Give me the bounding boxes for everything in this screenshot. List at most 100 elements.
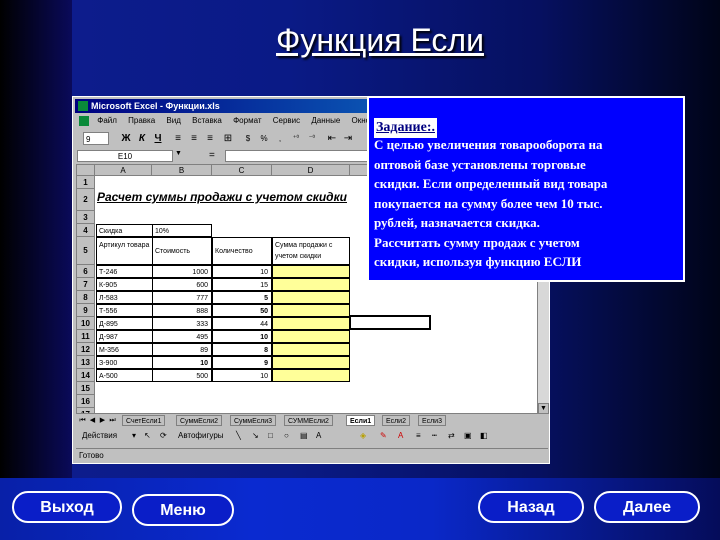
qty-cell[interactable]: 50 — [212, 304, 272, 317]
article-cell[interactable]: М-356 — [96, 343, 153, 356]
next-sheet-icon[interactable]: ▶ — [98, 416, 107, 426]
row-header[interactable]: 1 — [77, 176, 95, 189]
font-color-icon[interactable]: A — [398, 428, 403, 443]
bold-button[interactable]: Ж — [119, 132, 133, 146]
price-cell[interactable]: 333 — [152, 317, 212, 330]
qty-cell[interactable]: 10 — [212, 265, 272, 278]
row-header[interactable]: 9 — [77, 304, 95, 317]
total-cell[interactable] — [272, 265, 350, 278]
row-header[interactable]: 12 — [77, 343, 95, 356]
price-cell[interactable]: 1000 — [152, 265, 212, 278]
dash-style-icon[interactable]: ┅ — [432, 428, 437, 443]
sheet-tab[interactable]: СуммЕсли3 — [230, 415, 277, 426]
selected-cell-e10[interactable] — [349, 315, 431, 330]
currency-icon[interactable]: $ — [241, 132, 255, 146]
last-sheet-icon[interactable]: ⏭ — [108, 416, 117, 426]
price-cell[interactable]: 500 — [152, 369, 212, 382]
autoshapes-menu[interactable]: Автофигуры — [178, 428, 224, 443]
total-cell[interactable] — [272, 278, 350, 291]
article-cell[interactable]: З-900 — [96, 356, 153, 369]
header-price-cell[interactable]: Стоимость — [152, 237, 212, 265]
article-cell[interactable]: Д-895 — [96, 317, 153, 330]
line-icon[interactable]: ╲ — [236, 428, 241, 443]
sheet-tab[interactable]: СуммЕсли2 — [176, 415, 223, 426]
article-cell[interactable]: Л-583 — [96, 291, 153, 304]
total-cell[interactable] — [272, 291, 350, 304]
menu-file[interactable]: Файл — [97, 116, 117, 125]
decrease-indent-icon[interactable]: ⇤ — [325, 132, 339, 146]
total-cell[interactable] — [272, 330, 350, 343]
row-header[interactable]: 11 — [77, 330, 95, 343]
decrease-decimal-icon[interactable]: ⁻⁰ — [305, 132, 319, 146]
back-button[interactable]: Назад — [478, 491, 584, 523]
price-cell[interactable]: 600 — [152, 278, 212, 291]
row-header[interactable]: 3 — [77, 211, 95, 224]
qty-cell[interactable]: 9 — [212, 356, 272, 369]
qty-cell[interactable]: 15 — [212, 278, 272, 291]
textbox-icon[interactable]: ▤ — [300, 428, 308, 443]
percent-icon[interactable]: % — [257, 132, 271, 146]
scroll-down-icon[interactable]: ▼ — [538, 403, 549, 414]
free-rotate-icon[interactable]: ⟳ — [160, 428, 167, 443]
next-button[interactable]: Далее — [594, 491, 700, 523]
col-header-a[interactable]: A — [95, 165, 152, 176]
row-header[interactable]: 5 — [77, 237, 95, 265]
price-cell[interactable]: 89 — [152, 343, 212, 356]
qty-cell[interactable]: 10 — [212, 330, 272, 343]
total-cell[interactable] — [272, 356, 350, 369]
row-header[interactable]: 14 — [77, 369, 95, 382]
row-header[interactable]: 4 — [77, 224, 95, 237]
line-style-icon[interactable]: ≡ — [416, 428, 421, 443]
row-header[interactable]: 13 — [77, 356, 95, 369]
thousands-icon[interactable]: ‚ — [273, 132, 287, 146]
menu-data[interactable]: Данные — [311, 116, 340, 125]
sheet-tab[interactable]: СУММЕсли2 — [284, 415, 333, 426]
select-all-corner[interactable] — [77, 165, 95, 176]
discount-value-cell[interactable]: 10% — [152, 224, 212, 237]
arrow-style-icon[interactable]: ⇄ — [448, 428, 455, 443]
row-header[interactable]: 10 — [77, 317, 95, 330]
price-cell[interactable]: 888 — [152, 304, 212, 317]
align-center-icon[interactable]: ≡ — [187, 132, 201, 146]
row-header[interactable]: 6 — [77, 265, 95, 278]
drawing-actions-menu[interactable]: Действия — [82, 428, 117, 443]
total-cell[interactable] — [272, 343, 350, 356]
increase-indent-icon[interactable]: ⇥ — [341, 132, 355, 146]
shadow-icon[interactable]: ▣ — [464, 428, 472, 443]
rectangle-icon[interactable]: □ — [268, 428, 273, 443]
header-article-cell[interactable]: Артикул товара — [96, 237, 153, 265]
article-cell[interactable]: А-500 — [96, 369, 153, 382]
select-objects-icon[interactable]: ↖ — [144, 428, 151, 443]
align-right-icon[interactable]: ≡ — [203, 132, 217, 146]
qty-cell[interactable]: 5 — [212, 291, 272, 304]
qty-cell[interactable]: 8 — [212, 343, 272, 356]
dropdown-arrow-icon[interactable]: ▾ — [132, 428, 136, 443]
total-cell[interactable] — [272, 317, 350, 330]
menu-format[interactable]: Формат — [233, 116, 261, 125]
header-total-cell[interactable]: Сумма продажи с учетом скидки — [272, 237, 350, 265]
wordart-icon[interactable]: A — [316, 428, 321, 443]
price-cell[interactable]: 777 — [152, 291, 212, 304]
menu-edit[interactable]: Правка — [128, 116, 155, 125]
sheet-tab-active[interactable]: Если1 — [346, 415, 376, 426]
menu-tools[interactable]: Сервис — [273, 116, 300, 125]
col-header-c[interactable]: C — [212, 165, 272, 176]
row-header[interactable]: 17 — [77, 408, 95, 413]
price-cell[interactable]: 495 — [152, 330, 212, 343]
arrow-icon[interactable]: ↘ — [252, 428, 259, 443]
menu-view[interactable]: Вид — [166, 116, 180, 125]
row-header[interactable]: 8 — [77, 291, 95, 304]
first-sheet-icon[interactable]: ⏮ — [78, 416, 87, 426]
underline-button[interactable]: Ч — [151, 132, 165, 146]
exit-button[interactable]: Выход — [12, 491, 122, 523]
col-header-d[interactable]: D — [272, 165, 350, 176]
total-cell[interactable] — [272, 304, 350, 317]
row-header[interactable]: 7 — [77, 278, 95, 291]
row-header[interactable]: 16 — [77, 395, 95, 408]
menu-button[interactable]: Меню — [132, 494, 234, 526]
name-box-dropdown-icon[interactable]: ▼ — [175, 150, 182, 157]
sheet-tab[interactable]: Если2 — [382, 415, 410, 426]
article-cell[interactable]: Т-246 — [96, 265, 153, 278]
prev-sheet-icon[interactable]: ◀ — [88, 416, 97, 426]
header-qty-cell[interactable]: Количество — [212, 237, 272, 265]
